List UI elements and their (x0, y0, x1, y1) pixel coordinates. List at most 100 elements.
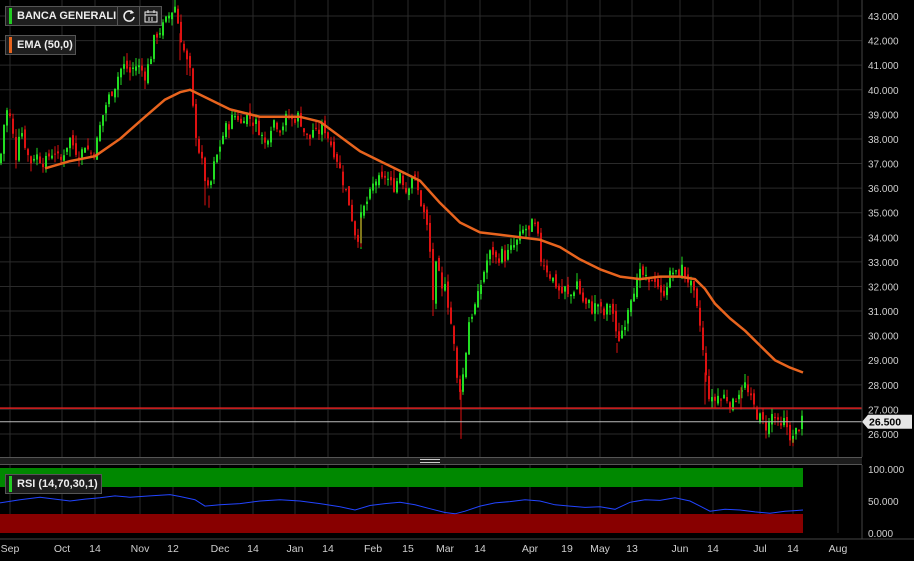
price-tick-label: 36.000 (868, 184, 899, 195)
time-tick-label: Jun (672, 543, 689, 555)
candle-body (696, 288, 698, 307)
time-tick-label: 14 (322, 543, 334, 555)
symbol-label: BANCA GENERALI (17, 10, 117, 22)
candle-body (243, 121, 245, 124)
candle-body (147, 64, 149, 84)
rsi-tick-label: 0.000 (868, 529, 893, 540)
candle-body (684, 266, 686, 277)
candle-body (408, 188, 410, 196)
candle-body (177, 8, 179, 24)
candle-body (462, 374, 464, 392)
candle-body (228, 124, 230, 130)
ema-label: EMA (50,0) (17, 39, 73, 51)
rsi-oversold-zone (0, 514, 803, 533)
candle-body (624, 326, 626, 331)
candle-body (570, 294, 572, 297)
candle-body (195, 104, 197, 138)
candle-body (183, 43, 185, 51)
candle-body (435, 261, 437, 304)
candle-body (726, 397, 728, 402)
price-tick-label: 43.000 (868, 12, 899, 23)
candle-body (363, 205, 365, 216)
candle-body (189, 56, 191, 68)
time-tick-label: Jan (287, 543, 304, 555)
candle-body (6, 110, 8, 126)
candle-body (600, 302, 602, 307)
candle-body (630, 300, 632, 313)
candle-body (798, 429, 800, 431)
candle-body (393, 178, 395, 192)
candle-body (495, 251, 497, 258)
candle-body (267, 140, 269, 145)
candle-body (483, 271, 485, 282)
candle-body (591, 301, 593, 314)
candle-body (99, 125, 101, 141)
candle-body (138, 65, 140, 68)
candle-body (606, 303, 608, 315)
candle-body (258, 120, 260, 136)
candle-body (18, 136, 20, 161)
panel-splitter[interactable] (0, 457, 862, 465)
price-tick-label: 42.000 (868, 37, 899, 48)
candle-body (480, 285, 482, 294)
candle-body (135, 66, 137, 71)
candle-body (369, 189, 371, 199)
candle-body (699, 307, 701, 326)
candle-body (156, 33, 158, 38)
candle-body (72, 135, 74, 146)
ema-color-swatch (9, 37, 12, 53)
candle-body (774, 416, 776, 419)
candle-body (117, 76, 119, 90)
refresh-icon[interactable] (117, 6, 139, 26)
candle-body (507, 249, 509, 260)
candle-body (765, 421, 767, 431)
candle-body (738, 394, 740, 400)
candle-body (645, 274, 647, 276)
candle-body (747, 384, 749, 393)
rsi-label: RSI (14,70,30,1) (17, 478, 98, 490)
splitter-grip-icon[interactable] (420, 459, 440, 463)
rsi-legend[interactable]: RSI (14,70,30,1) (5, 474, 102, 494)
candle-body (372, 183, 374, 191)
candle-body (123, 64, 125, 69)
candle-body (744, 382, 746, 388)
candle-body (756, 407, 758, 420)
candle-body (651, 280, 653, 282)
candle-body (402, 175, 404, 186)
candle-body (432, 248, 434, 301)
price-tick-label: 37.000 (868, 160, 899, 171)
candle-body (690, 280, 692, 286)
candle-body (54, 153, 56, 155)
ema-legend[interactable]: EMA (50,0) (5, 35, 76, 55)
candle-body (294, 119, 296, 123)
candle-body (498, 258, 500, 263)
candle-body (204, 157, 206, 182)
candle-body (102, 115, 104, 126)
time-tick-label: 14 (787, 543, 799, 555)
candle-body (471, 316, 473, 319)
candle-body (114, 88, 116, 98)
candle-body (663, 290, 665, 296)
candle-body (108, 94, 110, 105)
candle-body (231, 114, 233, 129)
candle-body (237, 115, 239, 120)
candle-body (465, 352, 467, 378)
candle-body (213, 161, 215, 180)
time-tick-label: 12 (167, 543, 179, 555)
time-tick-label: 19 (561, 543, 573, 555)
candle-body (489, 250, 491, 260)
candle-body (678, 269, 680, 276)
time-tick-label: 14 (89, 543, 101, 555)
candle-body (36, 154, 38, 160)
candle-body (270, 130, 272, 143)
calendar-icon[interactable] (139, 6, 161, 26)
candle-body (264, 137, 266, 143)
time-tick-label: Oct (54, 543, 70, 555)
candle-body (327, 132, 329, 139)
candle-body (603, 308, 605, 316)
candle-body (309, 134, 311, 140)
candle-body (318, 129, 320, 135)
candle-body (21, 133, 23, 137)
candle-body (240, 118, 242, 124)
candle-body (60, 156, 62, 160)
